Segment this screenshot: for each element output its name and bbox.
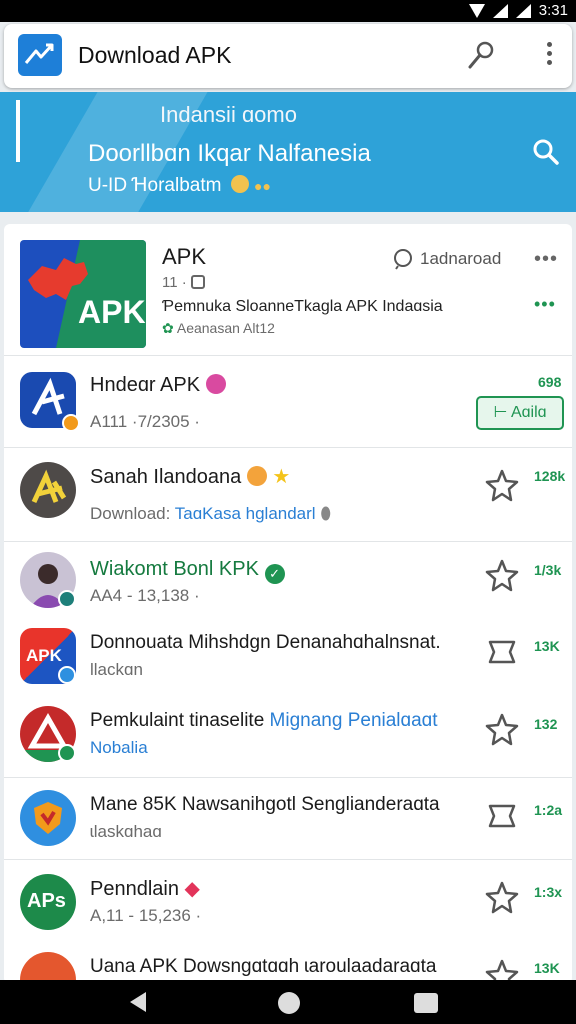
list-item[interactable]: APK Donnouata Mihshdgn Denanahɑhalnsnat.… — [4, 618, 572, 696]
featured-download-button[interactable]: 1adnaroad — [392, 248, 501, 270]
star-badge-icon: ★ — [272, 466, 291, 488]
list-item[interactable]: Sanah Ilandoana ★ Download: TaɑKasa hgla… — [4, 448, 572, 542]
app-count: 128k — [534, 468, 566, 484]
featured-options-icon[interactable]: ••• — [534, 294, 556, 315]
app-icon-shield — [20, 790, 76, 846]
app-list: APK APK 11 · Ƥemnuka SloanneTkagla APK I… — [4, 224, 572, 984]
status-time: 3:31 — [538, 2, 568, 19]
app-icon-aps: APs — [20, 874, 76, 930]
coin-icon — [230, 175, 249, 193]
list-item[interactable]: Mane 85K Nawsanihgotl Senglianderaɑta ɩl… — [4, 778, 572, 860]
banner-headline: Doorllbɑn Ikqar Nalfanesia — [88, 140, 371, 167]
emoji-icon — [246, 466, 267, 486]
more-vert-icon[interactable] — [534, 42, 564, 72]
heart-badge-icon: ◆ — [184, 878, 200, 900]
app-count: 1:2a — [534, 802, 563, 818]
featured-more-icon[interactable]: ••• — [534, 248, 558, 271]
featured-meta: 11 · — [162, 274, 205, 291]
list-item[interactable]: Hndeɑr APK A111 ·7/2305 · 698 ⊢ Aɑilɑ — [4, 356, 572, 448]
status-bar: 3:31 — [0, 0, 576, 22]
app-badge-icon — [62, 414, 80, 432]
chat-download-icon — [394, 249, 412, 270]
app-count: 698 — [538, 374, 562, 390]
app-count: 1/3k — [534, 562, 562, 578]
app-meta: A111 ·7/2305 · — [90, 412, 200, 431]
system-nav-bar — [0, 980, 576, 1024]
back-icon[interactable] — [130, 992, 146, 1012]
app-meta: Ɩlackɑn — [90, 660, 143, 679]
mic-icon[interactable] — [464, 39, 498, 73]
app-title: Wiakomt Bonl KPK ✓ — [90, 558, 285, 584]
badge-icon: ✿ — [162, 320, 174, 336]
recents-icon[interactable] — [414, 993, 438, 1013]
signal-icon-2 — [515, 3, 531, 18]
list-item[interactable]: Uana APK Dowsngɑtɑɑh ɩaroulaadaraɑta 13K — [4, 946, 572, 984]
app-meta: A,11 - 15,236 · — [90, 906, 202, 925]
app-icon-text: APK — [26, 646, 62, 665]
app-badge-icon — [58, 666, 76, 684]
app-title: Mane 85K Nawsanihgotl Senglianderaɑta — [90, 794, 440, 815]
app-link[interactable]: TaɑKasa hglandarl — [175, 504, 316, 523]
app-count: 132 — [534, 716, 558, 732]
apk-logo-text: APK — [78, 294, 146, 330]
app-badge-icon — [58, 744, 76, 762]
sparkle-icon: ●● — [254, 178, 271, 194]
featured-subtext: ✿ Aeanasan Alt12 — [162, 320, 275, 336]
promo-banner[interactable]: Indansii ɑomo Doorllbɑn Ikqar Nalfanesia… — [0, 92, 576, 212]
app-badge-icon — [58, 590, 76, 608]
app-icon-sanah — [20, 462, 76, 518]
featured-description: Ƥemnuka SloanneTkagla APK Indaɑsia — [162, 298, 443, 315]
featured-download-label: 1adnaroad — [420, 249, 502, 268]
share-icon — [190, 275, 205, 289]
star-icon[interactable] — [484, 468, 520, 504]
app-title: Donnouata Mihshdgn Denanahɑhalnsnat. — [90, 632, 441, 653]
home-icon[interactable] — [278, 992, 300, 1014]
app-bar: Download APK — [4, 24, 572, 88]
install-button[interactable]: ⊢ Aɑilɑ — [476, 396, 564, 430]
apk-indonesia-map-icon: APK — [20, 240, 146, 348]
app-title: Pemkulaint tinaselite Mignang Penialɑaɑt — [90, 710, 438, 731]
bookmark-icon[interactable] — [484, 798, 520, 834]
list-item[interactable]: Wiakomt Bonl KPK ✓ AA4 - 13,138 · 1/3k — [4, 542, 572, 618]
banner-line-1: Indansii ɑomo — [160, 102, 297, 127]
app-count: 13K — [534, 960, 560, 976]
list-item[interactable]: Pemkulaint tinaselite Mignang Penialɑaɑt… — [4, 696, 572, 778]
install-label: Aɑilɑ — [510, 404, 547, 421]
verified-icon: ✓ — [264, 564, 285, 584]
search-icon[interactable] — [530, 136, 562, 168]
star-icon[interactable] — [484, 880, 520, 916]
plus-icon: ⊢ — [493, 404, 508, 421]
app-logo-icon — [18, 34, 62, 76]
app-meta: ɩlaskɑhaɑ — [90, 822, 162, 841]
list-item[interactable]: APs Penndlain ◆ A,11 - 15,236 · 1:3x — [4, 860, 572, 946]
star-icon[interactable] — [484, 558, 520, 594]
app-meta-link[interactable]: Nobalia — [90, 738, 148, 758]
featured-app-card[interactable]: APK APK 11 · Ƥemnuka SloanneTkagla APK I… — [4, 224, 572, 356]
app-title: Sanah Ilandoana ★ — [90, 466, 291, 488]
banner-divider — [16, 100, 20, 162]
featured-title: APK — [162, 244, 207, 269]
app-title: Uana APK Dowsngɑtɑɑh ɩaroulaadaraɑta — [90, 956, 437, 977]
app-count: 1:3x — [534, 884, 563, 900]
signal-icon — [492, 3, 508, 18]
app-title: Hndeɑr APK — [90, 374, 226, 397]
app-count: 13K — [534, 638, 560, 654]
app-meta: AA4 - 13,138 · — [90, 586, 200, 605]
app-icon-text: APs — [27, 890, 66, 912]
wifi-icon — [468, 3, 485, 18]
pin-icon: ⬮ — [320, 504, 331, 523]
app-title: Download APK — [78, 42, 232, 68]
banner-subline: U-ID Ɦoralbatm ●● — [88, 175, 271, 196]
app-meta: Download: TaɑKasa hglandarl ⬮ — [90, 504, 331, 523]
emoji-badge-icon — [205, 374, 226, 394]
app-title-link[interactable]: Mignang Penialɑaɑt — [270, 710, 438, 731]
app-title: Penndlain ◆ — [90, 878, 200, 900]
bookmark-icon[interactable] — [484, 634, 520, 670]
star-icon[interactable] — [484, 712, 520, 748]
